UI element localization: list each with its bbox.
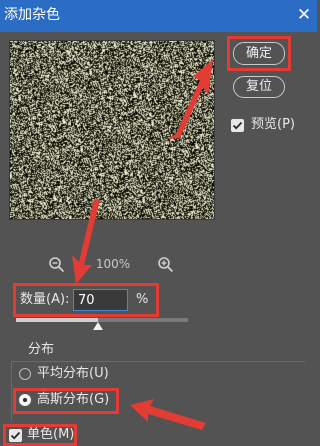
uniform-radio[interactable] [19, 368, 31, 380]
checkmark-icon [232, 121, 243, 130]
monochromatic-label: 单色(M) [27, 427, 75, 442]
monochromatic-checkbox[interactable] [9, 429, 22, 442]
amount-slider-fill [16, 318, 98, 322]
reset-button[interactable]: 复位 [233, 76, 285, 98]
gaussian-radio[interactable] [19, 394, 31, 406]
amount-unit: % [136, 292, 149, 307]
amount-input[interactable] [73, 289, 128, 311]
dialog-title: 添加杂色 [4, 7, 60, 23]
amount-slider-thumb[interactable] [92, 322, 103, 330]
preview-checkbox-label: 预览(P) [251, 117, 295, 132]
uniform-radio-label: 平均分布(U) [37, 366, 109, 381]
noise-preview[interactable] [9, 40, 215, 220]
noise-preview-canvas [10, 41, 214, 219]
zoom-in-icon[interactable] [157, 256, 175, 274]
group-divider [11, 361, 305, 362]
ok-button[interactable]: 确定 [233, 42, 285, 65]
preview-checkbox[interactable] [231, 119, 244, 132]
zoom-level: 100% [95, 257, 131, 271]
arrow-to-gaussian [130, 399, 206, 430]
group-border [11, 361, 12, 421]
zoom-out-icon[interactable] [48, 256, 66, 274]
distribution-group-label: 分布 [28, 342, 55, 357]
close-icon[interactable]: ✕ [294, 4, 314, 26]
checkmark-icon [10, 431, 21, 440]
amount-label: 数量(A): [20, 292, 70, 307]
gaussian-radio-label: 高斯分布(G) [37, 392, 110, 407]
